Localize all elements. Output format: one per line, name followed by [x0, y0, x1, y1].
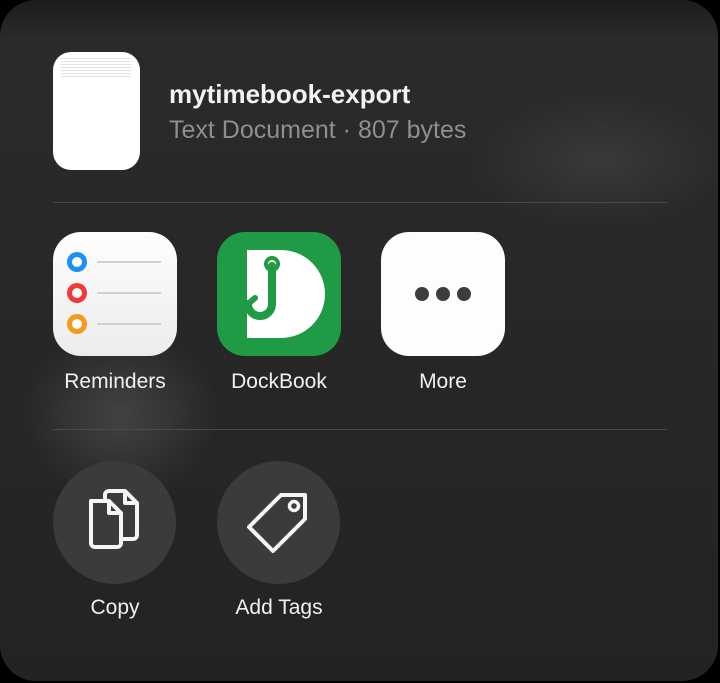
file-meta: Text Document · 807 bytes	[169, 116, 467, 144]
reminders-app-button[interactable]	[53, 232, 177, 356]
divider	[53, 202, 667, 203]
divider	[53, 429, 667, 430]
background-blur	[470, 90, 718, 230]
dockbook-icon	[244, 250, 325, 338]
top-shade	[0, 0, 718, 40]
copy-icon	[89, 489, 139, 549]
app-label-more: More	[419, 370, 467, 393]
share-sheet: mytimebook-export Text Document · 807 by…	[0, 0, 718, 681]
action-label-add-tags: Add Tags	[235, 596, 323, 619]
thumbnail-text-lines	[61, 58, 131, 78]
more-button[interactable]	[381, 232, 505, 356]
file-name: mytimebook-export	[169, 79, 411, 109]
dockbook-app-button[interactable]	[217, 232, 341, 356]
more-icon	[415, 287, 471, 301]
reminders-icon	[67, 252, 161, 334]
file-thumbnail	[53, 52, 140, 170]
action-label-copy: Copy	[90, 596, 140, 619]
add-tags-button[interactable]	[217, 461, 340, 584]
app-label-reminders: Reminders	[64, 370, 166, 393]
copy-button[interactable]	[53, 461, 176, 584]
app-label-dockbook: DockBook	[231, 370, 327, 393]
tag-icon	[247, 493, 307, 553]
